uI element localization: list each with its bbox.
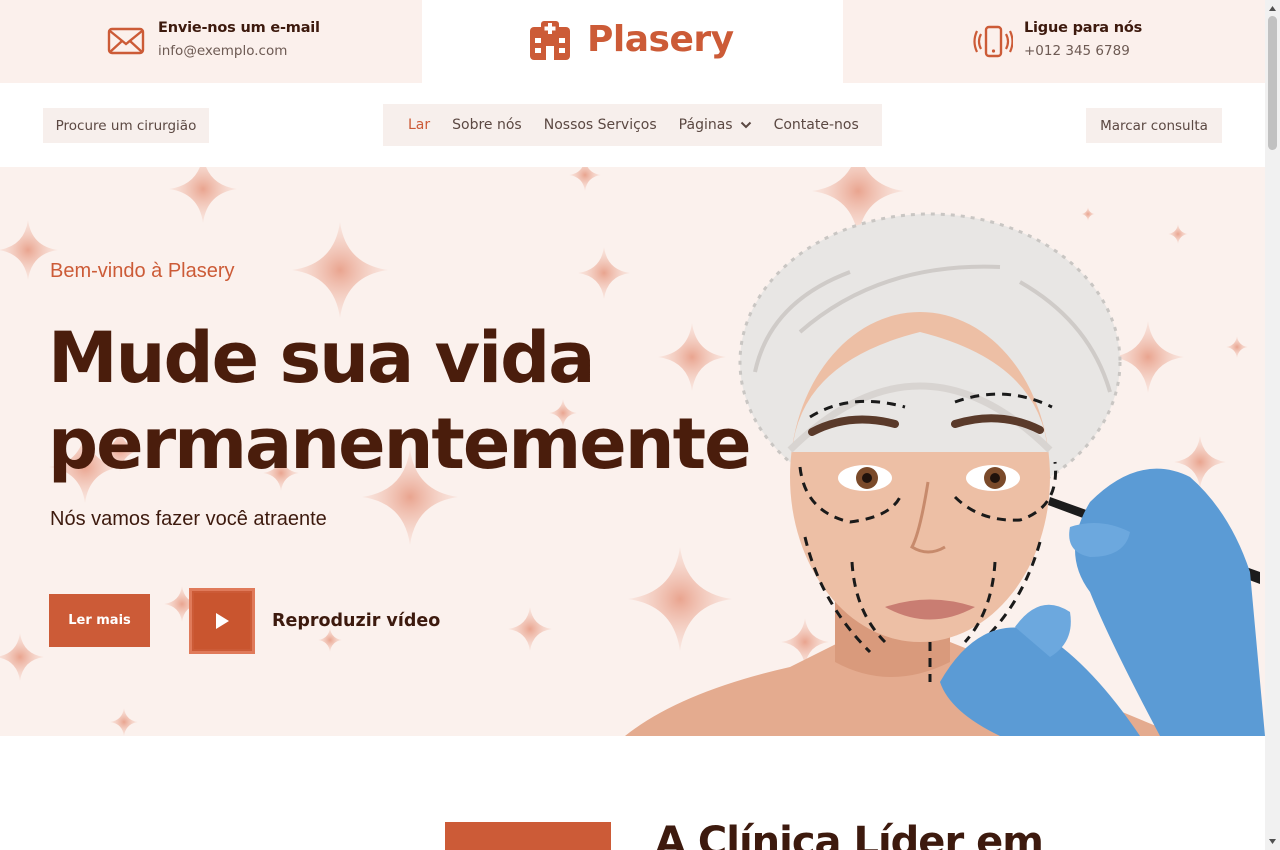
about-image-block xyxy=(445,822,611,850)
hero-welcome-text: Bem-vindo à Plasery xyxy=(50,260,235,282)
chevron-down-icon xyxy=(740,121,751,129)
hero-headline-line1: Mude sua vida xyxy=(48,317,596,399)
email-title: Envie-nos um e-mail xyxy=(158,20,320,36)
envelope-icon xyxy=(107,27,145,55)
book-appointment-button[interactable]: Marcar consulta xyxy=(1086,108,1222,143)
hero-headline: Mude sua vida permanentemente xyxy=(48,315,808,487)
site-logo[interactable]: Plasery xyxy=(528,18,734,62)
main-nav: Lar Sobre nós Nossos Serviços Páginas Co… xyxy=(383,104,882,146)
hero-headline-line2: permanentemente xyxy=(48,403,752,485)
about-title: A Clínica Líder em xyxy=(655,819,1044,850)
logo-text: Plasery xyxy=(587,19,734,60)
read-more-button[interactable]: Ler mais xyxy=(49,594,150,647)
find-surgeon-button[interactable]: Procure um cirurgião xyxy=(43,108,209,143)
phone-title: Ligue para nós xyxy=(1024,20,1143,36)
nav-item-about[interactable]: Sobre nós xyxy=(452,117,522,133)
scroll-down-arrow-icon[interactable] xyxy=(1268,837,1277,846)
hero-subline: Nós vamos fazer você atraente xyxy=(50,508,327,530)
email-address[interactable]: info@exemplo.com xyxy=(158,41,320,61)
nav-item-home[interactable]: Lar xyxy=(408,117,430,133)
hospital-icon xyxy=(530,21,570,60)
play-video-button[interactable] xyxy=(189,588,255,654)
nav-item-pages-label: Páginas xyxy=(678,117,733,133)
nav-item-pages[interactable]: Páginas xyxy=(679,117,752,133)
top-contact-bar: Envie-nos um e-mail info@exemplo.com Pla… xyxy=(0,0,1265,83)
play-icon xyxy=(216,613,229,629)
phone-number[interactable]: +012 345 6789 xyxy=(1024,41,1142,61)
phone-contact[interactable]: Ligue para nós +012 345 6789 xyxy=(973,18,1142,62)
vibrating-phone-icon xyxy=(973,25,1013,58)
hero-section: Bem-vindo à Plasery Mude sua vida perman… xyxy=(0,167,1265,736)
nav-item-contact[interactable]: Contate-nos xyxy=(774,117,859,133)
play-video-label[interactable]: Reproduzir vídeo xyxy=(272,610,440,632)
scroll-up-arrow-icon[interactable] xyxy=(1268,4,1277,13)
email-contact[interactable]: Envie-nos um e-mail info@exemplo.com xyxy=(107,18,320,62)
scrollbar-thumb[interactable] xyxy=(1268,16,1277,150)
play-button-inner xyxy=(194,593,250,649)
nav-item-services[interactable]: Nossos Serviços xyxy=(544,117,657,133)
navigation-row: Procure um cirurgião Lar Sobre nós Nosso… xyxy=(0,83,1265,167)
